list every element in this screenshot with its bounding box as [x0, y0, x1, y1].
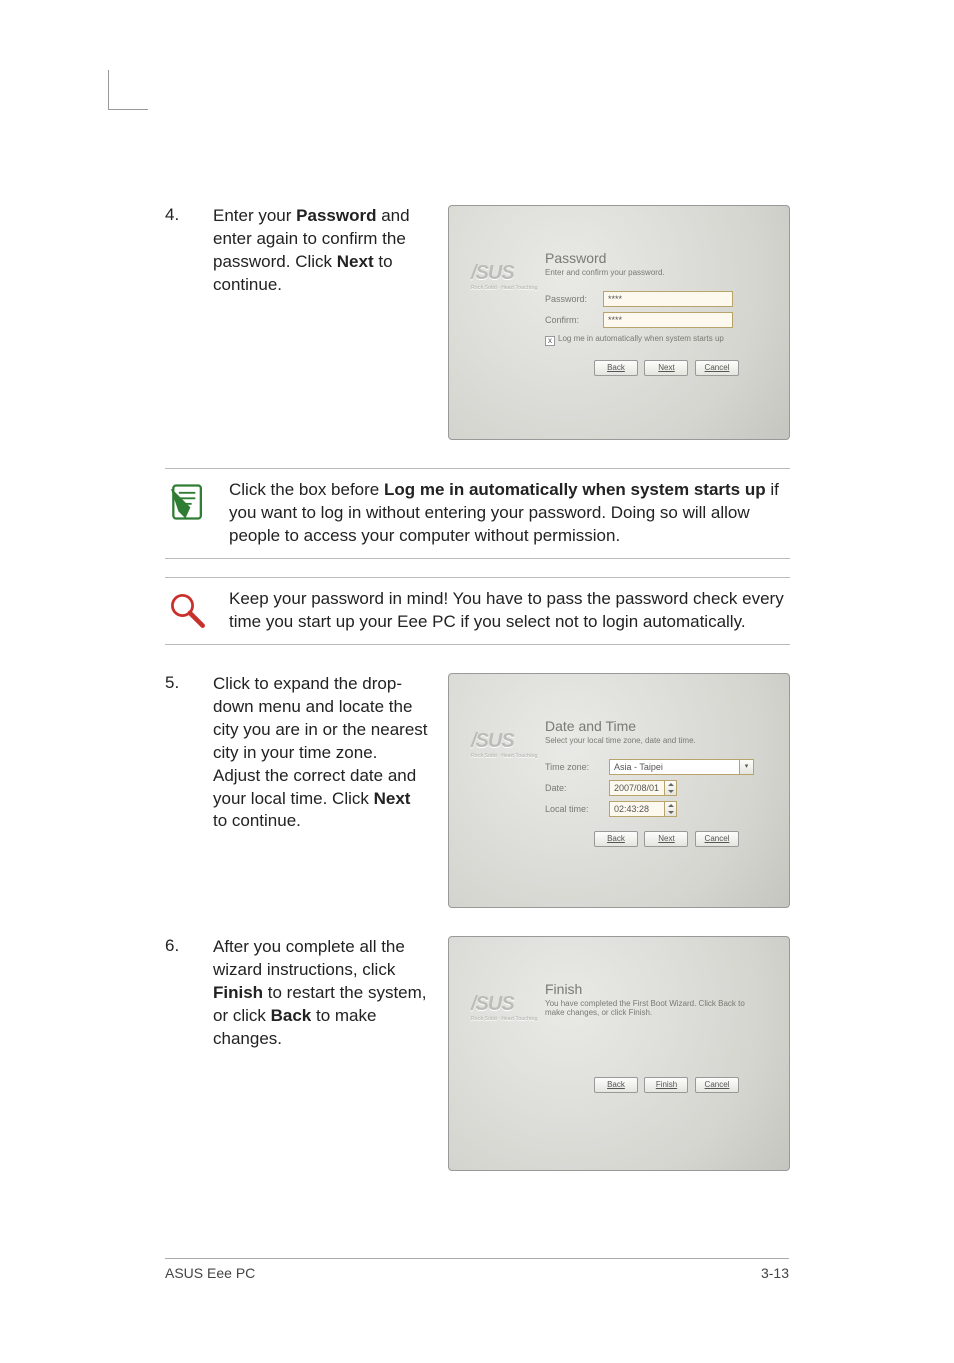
timezone-row: Time zone: Asia - Taipei ▾	[545, 759, 759, 775]
text: Enter your	[213, 206, 296, 225]
bold: Next	[337, 252, 374, 271]
autologin-checkbox[interactable]: x	[545, 336, 555, 346]
finish-button[interactable]: Finish	[644, 1077, 688, 1093]
btn-label: Finish	[656, 1080, 677, 1089]
logo-tagline: Rock Solid · Heart Touching	[471, 753, 538, 759]
autologin-label: Log me in automatically when system star…	[558, 334, 724, 343]
wizard-panel: Date and Time Select your local time zon…	[545, 718, 759, 847]
footer-right: 3-13	[761, 1265, 789, 1281]
button-bar: Back Next Cancel	[545, 831, 759, 847]
text: After you complete all the wizard instru…	[213, 937, 405, 979]
cancel-button[interactable]: Cancel	[695, 831, 739, 847]
btn-label: Cancel	[705, 834, 730, 843]
asus-logo: /SUS Rock Solid · Heart Touching	[471, 262, 538, 291]
wizard-panel: Password Enter and confirm your password…	[545, 250, 759, 376]
note-text: Keep your password in mind! You have to …	[229, 588, 790, 634]
bold: Finish	[213, 983, 263, 1002]
step-number: 5.	[165, 673, 193, 693]
step-number: 4.	[165, 205, 193, 225]
notepad-icon	[166, 480, 210, 524]
wizard-panel: Finish You have completed the First Boot…	[545, 981, 759, 1093]
bold: Log me in automatically when system star…	[384, 480, 766, 499]
step-instruction: After you complete all the wizard instru…	[213, 936, 428, 1051]
note-icon	[165, 479, 211, 525]
screenshot-finish: /SUS Rock Solid · Heart Touching Finish …	[448, 936, 790, 1171]
asus-logo: /SUS Rock Solid · Heart Touching	[471, 993, 538, 1022]
password-input[interactable]: ****	[603, 291, 733, 307]
footer-left: ASUS Eee PC	[165, 1265, 255, 1281]
page-footer: ASUS Eee PC 3-13	[165, 1258, 789, 1281]
step-instruction: Enter your Password and enter again to c…	[213, 205, 428, 297]
cancel-button[interactable]: Cancel	[695, 1077, 739, 1093]
btn-label: Cancel	[705, 1080, 730, 1089]
timezone-label: Time zone:	[545, 762, 609, 772]
bold: Next	[374, 789, 411, 808]
screenshot-password: /SUS Rock Solid · Heart Touching Passwor…	[448, 205, 790, 440]
asus-logo: /SUS Rock Solid · Heart Touching	[471, 730, 538, 759]
button-bar: Back Finish Cancel	[545, 1077, 759, 1093]
logo-tagline: Rock Solid · Heart Touching	[471, 1016, 538, 1022]
step-4: 4. Enter your Password and enter again t…	[165, 205, 790, 440]
panel-title: Date and Time	[545, 718, 759, 734]
note-icon	[165, 588, 211, 634]
next-button[interactable]: Next	[644, 831, 688, 847]
panel-title: Password	[545, 250, 759, 266]
logo-text: /SUS	[471, 730, 514, 752]
panel-subtitle: You have completed the First Boot Wizard…	[545, 999, 759, 1017]
date-value: 2007/08/01	[614, 783, 659, 793]
timezone-value: Asia - Taipei	[614, 762, 663, 772]
time-label: Local time:	[545, 804, 609, 814]
text: Click to expand the drop-down menu and l…	[213, 674, 428, 808]
back-button[interactable]: Back	[594, 831, 638, 847]
btn-label: Next	[658, 363, 674, 372]
timezone-select[interactable]: Asia - Taipei ▾	[609, 759, 754, 775]
back-button[interactable]: Back	[594, 1077, 638, 1093]
screenshot-datetime: /SUS Rock Solid · Heart Touching Date an…	[448, 673, 790, 908]
cancel-button[interactable]: Cancel	[695, 360, 739, 376]
step-5: 5. Click to expand the drop-down menu an…	[165, 673, 790, 908]
confirm-row: Confirm: ****	[545, 312, 759, 328]
confirm-input[interactable]: ****	[603, 312, 733, 328]
step-6: 6. After you complete all the wizard ins…	[165, 936, 790, 1171]
step-number: 6.	[165, 936, 193, 956]
page-content: 4. Enter your Password and enter again t…	[165, 205, 790, 1199]
date-spinner[interactable]: 2007/08/01	[609, 780, 677, 796]
spinner-arrows-icon[interactable]	[664, 781, 676, 795]
crop-mark	[108, 70, 148, 110]
bold: Back	[271, 1006, 312, 1025]
logo-text: /SUS	[471, 262, 514, 284]
chevron-down-icon: ▾	[739, 760, 753, 774]
btn-label: Back	[607, 1080, 625, 1089]
text: Click the box before	[229, 480, 384, 499]
btn-label: Next	[658, 834, 674, 843]
password-row: Password: ****	[545, 291, 759, 307]
panel-title: Finish	[545, 981, 759, 997]
next-button[interactable]: Next	[644, 360, 688, 376]
back-button[interactable]: Back	[594, 360, 638, 376]
button-bar: Back Next Cancel	[545, 360, 759, 376]
time-spinner[interactable]: 02:43:28	[609, 801, 677, 817]
date-row: Date: 2007/08/01	[545, 780, 759, 796]
logo-text: /SUS	[471, 993, 514, 1015]
time-value: 02:43:28	[614, 804, 649, 814]
password-label: Password:	[545, 294, 603, 304]
note-keep-password: Keep your password in mind! You have to …	[165, 577, 790, 645]
spinner-arrows-icon[interactable]	[664, 802, 676, 816]
autologin-row: xLog me in automatically when system sta…	[545, 334, 759, 346]
text: to continue.	[213, 811, 301, 830]
btn-label: Back	[607, 363, 625, 372]
btn-label: Back	[607, 834, 625, 843]
bold: Password	[296, 206, 376, 225]
magnifier-icon	[166, 589, 210, 633]
time-row: Local time: 02:43:28	[545, 801, 759, 817]
note-automatic-login: Click the box before Log me in automatic…	[165, 468, 790, 559]
date-label: Date:	[545, 783, 609, 793]
confirm-label: Confirm:	[545, 315, 603, 325]
panel-subtitle: Select your local time zone, date and ti…	[545, 736, 759, 745]
panel-subtitle: Enter and confirm your password.	[545, 268, 759, 277]
step-instruction: Click to expand the drop-down menu and l…	[213, 673, 428, 834]
note-text: Click the box before Log me in automatic…	[229, 479, 790, 548]
btn-label: Cancel	[705, 363, 730, 372]
logo-tagline: Rock Solid · Heart Touching	[471, 285, 538, 291]
